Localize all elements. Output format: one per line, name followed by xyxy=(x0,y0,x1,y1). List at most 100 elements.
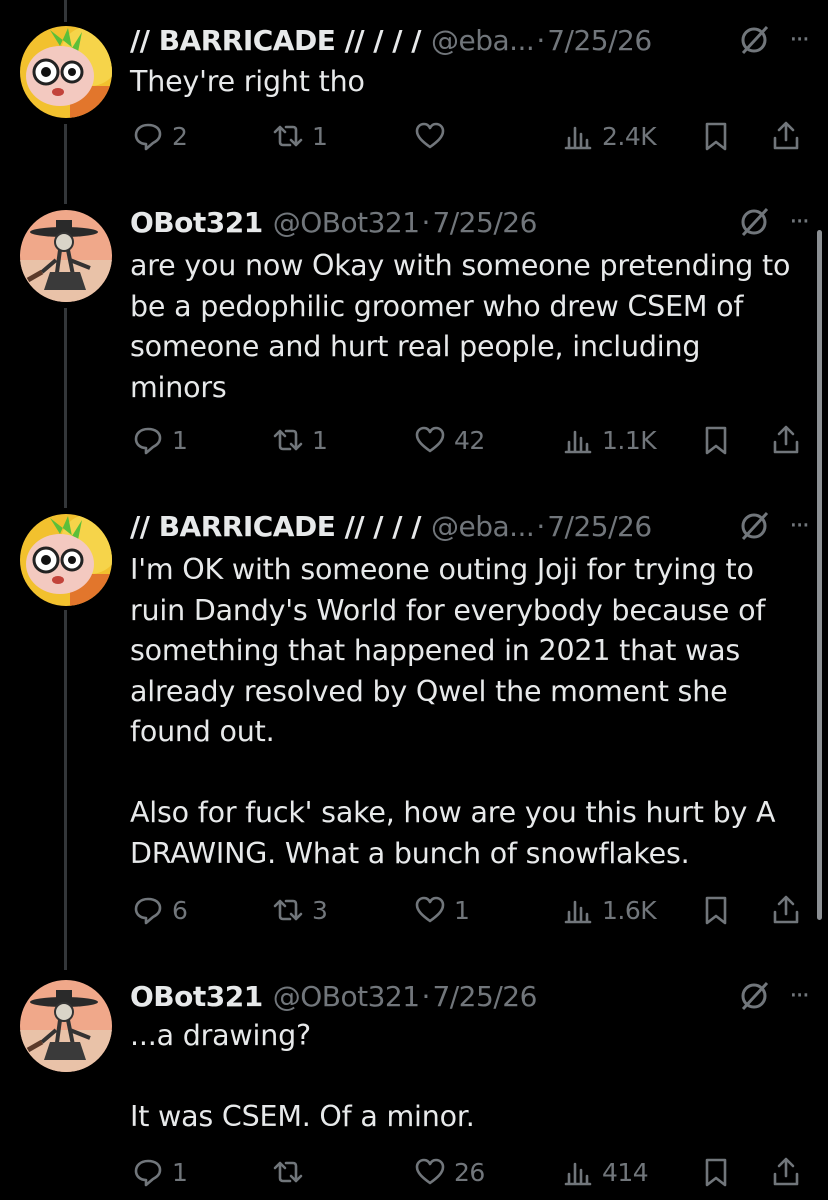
views-icon xyxy=(564,430,592,454)
bookmark-button[interactable] xyxy=(700,890,732,930)
reply-icon xyxy=(134,427,162,455)
views-icon xyxy=(564,126,592,150)
share-icon xyxy=(773,895,799,924)
heart-icon xyxy=(415,426,445,453)
reply-count: 1 xyxy=(172,425,188,455)
heart-icon xyxy=(415,122,445,149)
share-button[interactable] xyxy=(770,890,802,930)
share-button[interactable] xyxy=(770,420,802,460)
share-icon xyxy=(773,121,799,150)
share-icon xyxy=(773,1157,799,1186)
reply-count: 1 xyxy=(172,1157,188,1187)
share-button[interactable] xyxy=(770,116,802,156)
bookmark-button[interactable] xyxy=(700,116,732,156)
tweet-text: ...a drawing? It was CSEM. Of a minor. xyxy=(130,1019,475,1133)
display-name[interactable]: // BARRICADE // / / / xyxy=(130,510,421,543)
like-button[interactable] xyxy=(414,116,454,156)
view-count: 1.6K xyxy=(602,895,657,925)
like-count: 1 xyxy=(454,895,470,925)
more-icon[interactable]: ··· xyxy=(789,511,810,541)
more-icon[interactable]: ··· xyxy=(789,207,810,237)
reply-icon xyxy=(134,897,162,925)
bookmark-icon xyxy=(705,1158,727,1187)
avatar[interactable] xyxy=(20,980,112,1072)
view-count: 414 xyxy=(602,1157,649,1187)
views-button[interactable]: 2.4K xyxy=(562,116,657,156)
like-count: 42 xyxy=(454,425,485,455)
reply-button[interactable]: 1 xyxy=(132,420,188,460)
tweet[interactable]: OBot321 @OBot321 · 7/25/26 ··· ...a draw… xyxy=(0,970,828,1200)
cartoon-character-avatar-image xyxy=(20,514,112,606)
grok-icon[interactable] xyxy=(737,23,771,57)
like-button[interactable]: 1 xyxy=(414,890,470,930)
view-count: 2.4K xyxy=(602,121,657,151)
tweet-actions: 1 1 42 1.1K xyxy=(130,420,810,460)
avatar[interactable] xyxy=(20,210,112,302)
like-button[interactable]: 26 xyxy=(414,1152,485,1192)
bookmark-icon xyxy=(705,122,727,151)
avatar[interactable] xyxy=(20,514,112,606)
tweet-date[interactable]: 7/25/26 xyxy=(432,980,537,1013)
separator-dot: · xyxy=(421,979,431,1013)
reply-button[interactable]: 1 xyxy=(132,1152,188,1192)
skeleton-art-avatar-image xyxy=(20,980,112,1072)
tweet-actions: 6 3 1 1.6K xyxy=(130,890,810,930)
separator-dot: · xyxy=(536,509,546,543)
tweet-date[interactable]: 7/25/26 xyxy=(547,510,652,543)
heart-icon xyxy=(415,1158,445,1185)
retweet-button[interactable]: 1 xyxy=(272,420,328,460)
share-button[interactable] xyxy=(770,1152,802,1192)
separator-dot: · xyxy=(536,23,546,57)
views-button[interactable]: 1.6K xyxy=(562,890,657,930)
grok-icon[interactable] xyxy=(737,509,771,543)
bookmark-button[interactable] xyxy=(700,1152,732,1192)
display-name[interactable]: OBot321 xyxy=(130,980,263,1013)
views-button[interactable]: 1.1K xyxy=(562,420,657,460)
reply-button[interactable]: 6 xyxy=(132,890,188,930)
views-icon xyxy=(564,1162,592,1186)
cartoon-character-avatar-image xyxy=(20,26,112,118)
views-button[interactable]: 414 xyxy=(562,1152,649,1192)
tweet-date[interactable]: 7/25/26 xyxy=(547,24,652,57)
tweet-text: are you now Okay with someone pretending… xyxy=(130,249,791,404)
retweet-button[interactable]: 3 xyxy=(272,890,328,930)
retweet-button[interactable] xyxy=(272,1152,312,1192)
grok-icon[interactable] xyxy=(737,979,771,1013)
grok-icon[interactable] xyxy=(737,205,771,239)
tweet[interactable]: // BARRICADE // / / / @eba... · 7/25/26 … xyxy=(0,0,828,200)
display-name[interactable]: OBot321 xyxy=(130,206,263,239)
retweet-count: 1 xyxy=(312,425,328,455)
bookmark-button[interactable] xyxy=(700,420,732,460)
retweet-button[interactable]: 1 xyxy=(272,116,328,156)
tweet[interactable]: OBot321 @OBot321 · 7/25/26 ··· are you n… xyxy=(0,200,828,500)
like-button[interactable]: 42 xyxy=(414,420,485,460)
user-handle[interactable]: @eba... xyxy=(431,24,535,57)
bookmark-icon xyxy=(705,426,727,455)
reply-count: 6 xyxy=(172,895,188,925)
view-count: 1.1K xyxy=(602,425,657,455)
user-handle[interactable]: @eba... xyxy=(431,510,535,543)
bookmark-icon xyxy=(705,896,727,925)
tweet-text: I'm OK with someone outing Joji for tryi… xyxy=(130,553,776,870)
share-icon xyxy=(773,425,799,454)
reply-button[interactable]: 2 xyxy=(132,116,188,156)
retweet-count: 1 xyxy=(312,121,328,151)
tweet[interactable]: // BARRICADE // / / / @eba... · 7/25/26 … xyxy=(0,500,828,970)
views-icon xyxy=(564,900,592,924)
like-count: 26 xyxy=(454,1157,485,1187)
avatar[interactable] xyxy=(20,26,112,118)
user-handle[interactable]: @OBot321 xyxy=(273,980,420,1013)
display-name[interactable]: // BARRICADE // / / / xyxy=(130,24,421,57)
retweet-count: 3 xyxy=(312,895,328,925)
user-handle[interactable]: @OBot321 xyxy=(273,206,420,239)
tweet-date[interactable]: 7/25/26 xyxy=(432,206,537,239)
more-icon[interactable]: ··· xyxy=(789,981,810,1011)
skeleton-art-avatar-image xyxy=(20,210,112,302)
retweet-icon xyxy=(273,899,303,921)
reply-icon xyxy=(134,1159,162,1187)
tweet-actions: 2 1 2.4K xyxy=(130,116,810,156)
more-icon[interactable]: ··· xyxy=(789,25,810,55)
retweet-icon xyxy=(273,429,303,451)
tweet-actions: 1 26 414 xyxy=(130,1152,810,1192)
retweet-icon xyxy=(273,125,303,147)
